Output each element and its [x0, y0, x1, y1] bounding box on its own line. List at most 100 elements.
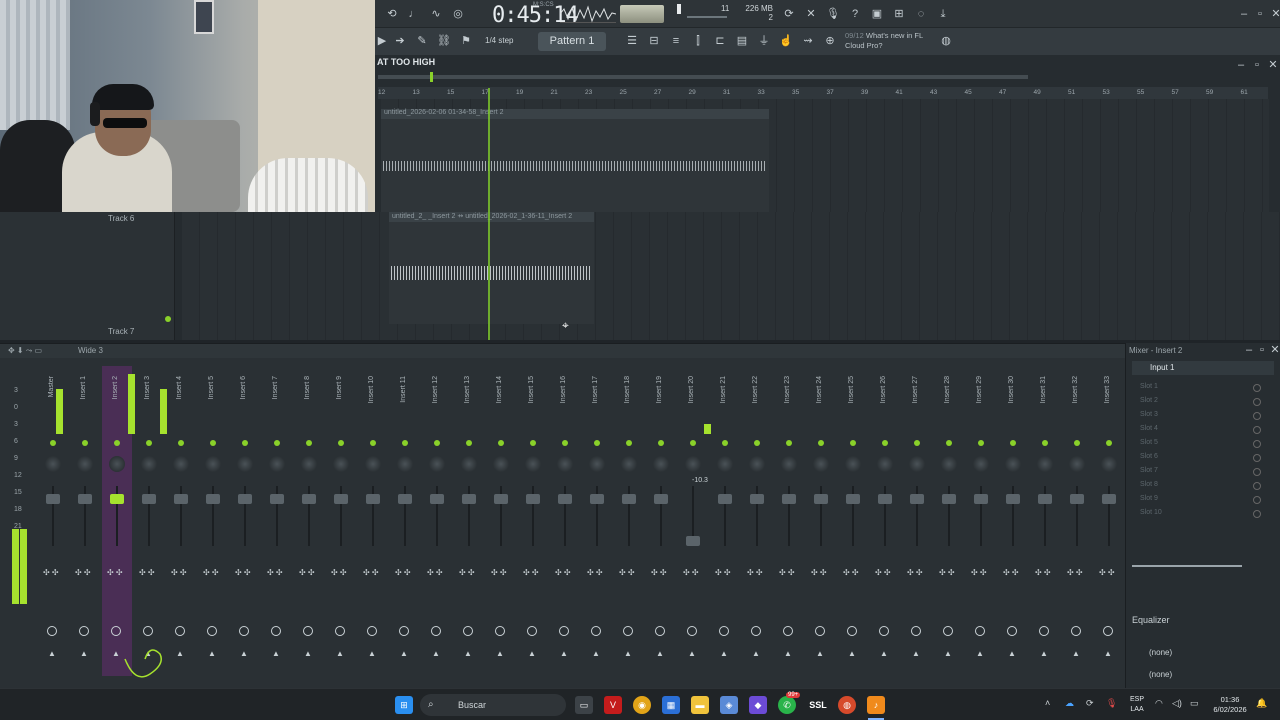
- route-button[interactable]: [239, 626, 249, 636]
- audio-clip-2[interactable]: untitled_2_ _Insert 2 ⇸ untitled_2026-02…: [389, 212, 594, 324]
- stereo-separation-icon[interactable]: ✣ ✣: [811, 568, 827, 577]
- slot-enable-icon[interactable]: [1253, 426, 1261, 434]
- browser-icon[interactable]: ⊏: [711, 32, 729, 50]
- volume-fader[interactable]: [782, 494, 796, 504]
- fx-slot[interactable]: Slot 5: [1140, 439, 1158, 446]
- slot-enable-icon[interactable]: [1253, 468, 1261, 476]
- mixer-icon[interactable]: ⫿: [689, 32, 707, 50]
- tray-chevron-icon[interactable]: ˄: [1045, 698, 1050, 708]
- fx-slot[interactable]: Slot 10: [1140, 509, 1162, 516]
- stereo-separation-icon[interactable]: ✣ ✣: [651, 568, 667, 577]
- route-button[interactable]: [559, 626, 569, 636]
- route-button[interactable]: [1007, 626, 1017, 636]
- strip-enable-led[interactable]: [498, 440, 504, 446]
- strip-enable-led[interactable]: [1074, 440, 1080, 446]
- task-view-icon[interactable]: ▭: [575, 696, 593, 714]
- stereo-separation-icon[interactable]: ✣ ✣: [203, 568, 219, 577]
- send-arrow-icon[interactable]: ▲: [1104, 649, 1112, 658]
- route-button[interactable]: [335, 626, 345, 636]
- timeline-ruler[interactable]: 12 13 15 17 19 21 23 25 27 29 31 33 35 37 39 41 43 45 47 49…: [378, 87, 1268, 99]
- slot-enable-icon[interactable]: [1253, 412, 1261, 420]
- volume-fader[interactable]: [718, 494, 732, 504]
- channel-rack-icon[interactable]: ≡: [667, 32, 685, 50]
- insert-volume-slider[interactable]: [1132, 565, 1242, 567]
- send-arrow-icon[interactable]: ▲: [624, 649, 632, 658]
- send-arrow-icon[interactable]: ▲: [208, 649, 216, 658]
- volume-fader[interactable]: [334, 494, 348, 504]
- strip-enable-led[interactable]: [146, 440, 152, 446]
- mixer-strip[interactable]: Insert 21 ✣ ✣ ▲: [710, 366, 740, 676]
- pan-knob[interactable]: [973, 456, 989, 472]
- pan-knob[interactable]: [1005, 456, 1021, 472]
- record-mode-icon[interactable]: ◎: [449, 5, 467, 23]
- pan-knob[interactable]: [653, 456, 669, 472]
- stereo-separation-icon[interactable]: ✣ ✣: [267, 568, 283, 577]
- file-explorer-icon[interactable]: ▬: [691, 696, 709, 714]
- pan-knob[interactable]: [589, 456, 605, 472]
- pan-knob[interactable]: [237, 456, 253, 472]
- send-arrow-icon[interactable]: ▲: [560, 649, 568, 658]
- export-icon[interactable]: ⇝: [799, 32, 817, 50]
- slot-enable-icon[interactable]: [1253, 496, 1261, 504]
- stereo-separation-icon[interactable]: ✣ ✣: [555, 568, 571, 577]
- mixer-strip[interactable]: Insert 9 ✣ ✣ ▲: [326, 366, 356, 676]
- mixer-strip[interactable]: Insert 1 ✣ ✣ ▲: [70, 366, 100, 676]
- volume-fader[interactable]: [622, 494, 636, 504]
- pan-knob[interactable]: [333, 456, 349, 472]
- route-button[interactable]: [687, 626, 697, 636]
- strip-enable-led[interactable]: [114, 440, 120, 446]
- mixer-layout-label[interactable]: Wide 3: [78, 346, 103, 355]
- route-button[interactable]: [911, 626, 921, 636]
- playlist-icon[interactable]: ☰: [623, 32, 641, 50]
- volume-fader[interactable]: [590, 494, 604, 504]
- route-button[interactable]: [399, 626, 409, 636]
- volume-fader[interactable]: [1038, 494, 1052, 504]
- strip-enable-led[interactable]: [82, 440, 88, 446]
- microphone-icon[interactable]: 🎙: [824, 5, 842, 23]
- send-arrow-icon[interactable]: ▲: [1040, 649, 1048, 658]
- stereo-separation-icon[interactable]: ✣ ✣: [875, 568, 891, 577]
- playlist-lane[interactable]: untitled_2026-02-06 01-34-58_Insert 2: [381, 99, 1269, 212]
- route-button[interactable]: [623, 626, 633, 636]
- strip-enable-led[interactable]: [786, 440, 792, 446]
- send-arrow-icon[interactable]: ▲: [1072, 649, 1080, 658]
- route-button[interactable]: [1071, 626, 1081, 636]
- stereo-separation-icon[interactable]: ✣ ✣: [779, 568, 795, 577]
- mixer-strip[interactable]: Insert 31 ✣ ✣ ▲: [1030, 366, 1060, 676]
- volume-fader[interactable]: [974, 494, 988, 504]
- strip-enable-led[interactable]: [914, 440, 920, 446]
- send-arrow-icon[interactable]: ▲: [976, 649, 984, 658]
- mixer-strip[interactable]: Insert 15 ✣ ✣ ▲: [518, 366, 548, 676]
- strip-enable-led[interactable]: [594, 440, 600, 446]
- send-arrow-icon[interactable]: ▲: [752, 649, 760, 658]
- stereo-separation-icon[interactable]: ✣ ✣: [43, 568, 59, 577]
- plug-icon[interactable]: ⏚: [755, 32, 773, 50]
- route-button[interactable]: [847, 626, 857, 636]
- route-button[interactable]: [751, 626, 761, 636]
- volume-fader[interactable]: [238, 494, 252, 504]
- playlist-scrollbar[interactable]: [378, 72, 1028, 82]
- output-none-1[interactable]: (none): [1149, 648, 1172, 657]
- volume-fader[interactable]: [398, 494, 412, 504]
- pan-knob[interactable]: [909, 456, 925, 472]
- app-icon-blue[interactable]: ◈: [720, 696, 738, 714]
- strip-enable-led[interactable]: [818, 440, 824, 446]
- touch-icon[interactable]: ☝: [777, 32, 795, 50]
- news-panel[interactable]: 09/12 What's new in FL Cloud Pro?: [845, 31, 941, 51]
- send-arrow-icon[interactable]: ▲: [784, 649, 792, 658]
- taskbar-search[interactable]: Buscar: [420, 694, 566, 716]
- track-7-label[interactable]: Track 7: [108, 327, 134, 336]
- pan-knob[interactable]: [717, 456, 733, 472]
- globe-icon[interactable]: ◍: [937, 32, 955, 50]
- send-arrow-icon[interactable]: ▲: [112, 649, 120, 658]
- route-button[interactable]: [719, 626, 729, 636]
- fx-slot[interactable]: Slot 6: [1140, 453, 1158, 460]
- strip-enable-led[interactable]: [434, 440, 440, 446]
- slot-enable-icon[interactable]: [1253, 454, 1261, 462]
- mixer-strip[interactable]: Insert 4 ✣ ✣ ▲: [166, 366, 196, 676]
- playlist-close-icon[interactable]: ✕: [1264, 56, 1280, 74]
- stereo-separation-icon[interactable]: ✣ ✣: [587, 568, 603, 577]
- pan-knob[interactable]: [173, 456, 189, 472]
- stereo-separation-icon[interactable]: ✣ ✣: [139, 568, 155, 577]
- whatsapp-icon[interactable]: ✆: [778, 696, 796, 714]
